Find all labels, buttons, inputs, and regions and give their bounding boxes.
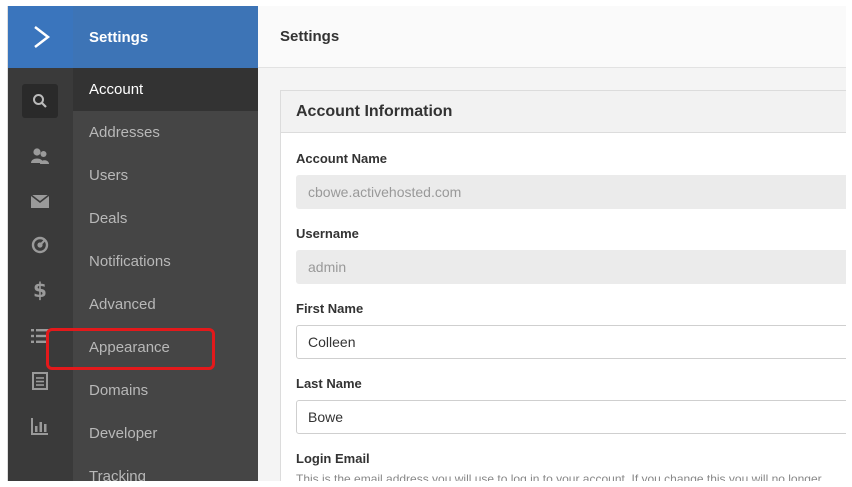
search-icon[interactable]: [22, 84, 58, 118]
icon-rail: $: [8, 6, 73, 481]
main-content: Settings Account Information Account Nam…: [258, 6, 846, 481]
appearance-highlight-annotation: [46, 328, 215, 370]
first-name-field: First Name Colleen: [296, 301, 846, 359]
sidebar-item-tracking[interactable]: Tracking: [73, 455, 258, 481]
settings-sidebar: Settings Account Addresses Users Deals N…: [73, 6, 258, 481]
first-name-label: First Name: [296, 301, 364, 316]
card-title: Account Information: [281, 91, 846, 133]
account-name-input: cbowe.activehosted.com: [296, 175, 846, 209]
settings-sidebar-title: Settings: [73, 6, 258, 68]
username-input: admin: [296, 250, 846, 284]
sidebar-item-notifications[interactable]: Notifications: [73, 240, 258, 283]
app-logo[interactable]: [8, 6, 73, 68]
login-email-helper-text: This is the email address you will use t…: [296, 472, 822, 481]
account-name-field: Account Name cbowe.activehosted.com: [296, 151, 846, 209]
last-name-field: Last Name Bowe: [296, 376, 846, 434]
sidebar-item-advanced[interactable]: Advanced: [73, 283, 258, 326]
sidebar-item-addresses[interactable]: Addresses: [73, 111, 258, 154]
username-field: Username admin: [296, 226, 846, 284]
automations-icon[interactable]: [24, 229, 56, 261]
first-name-input[interactable]: Colleen: [296, 325, 846, 359]
app-window: $ Settings Account Addresses Users Deals…: [7, 6, 846, 481]
page-title: Settings: [258, 6, 846, 68]
sidebar-item-account[interactable]: Account: [73, 68, 258, 111]
reports-chart-icon[interactable]: [24, 410, 56, 442]
last-name-label: Last Name: [296, 376, 362, 391]
sidebar-item-domains[interactable]: Domains: [73, 369, 258, 412]
deals-dollar-icon[interactable]: $: [24, 274, 56, 306]
username-label: Username: [296, 226, 359, 241]
login-email-label: Login Email: [296, 451, 370, 466]
contacts-icon[interactable]: [24, 140, 56, 172]
logo-arrow-icon: [33, 26, 50, 48]
sidebar-item-developer[interactable]: Developer: [73, 412, 258, 455]
sidebar-item-users[interactable]: Users: [73, 154, 258, 197]
sidebar-item-deals[interactable]: Deals: [73, 197, 258, 240]
login-email-field: Login Email This is the email address yo…: [296, 451, 846, 481]
mail-icon[interactable]: [24, 185, 56, 217]
account-information-card: Account Information Account Name cbowe.a…: [280, 90, 846, 481]
account-name-label: Account Name: [296, 151, 388, 166]
last-name-input[interactable]: Bowe: [296, 400, 846, 434]
